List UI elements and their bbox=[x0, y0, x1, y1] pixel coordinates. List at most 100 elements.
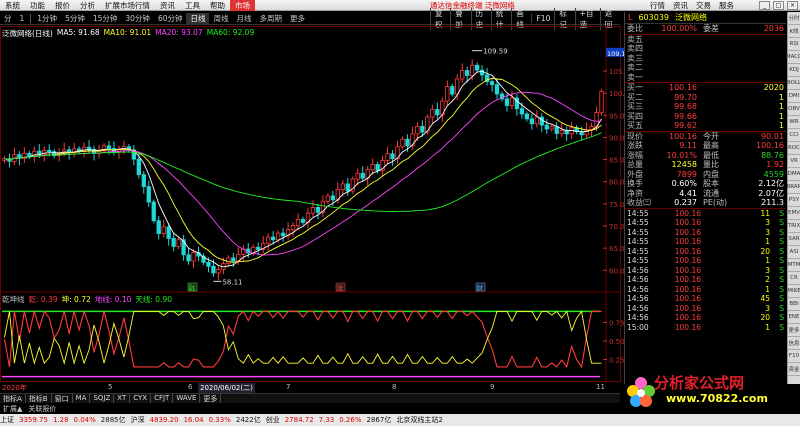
side-tool-button[interactable]: OBV bbox=[788, 103, 800, 116]
side-tool-button[interactable]: CR bbox=[788, 272, 800, 285]
sell-level: 卖二 bbox=[625, 63, 786, 73]
side-tool-button[interactable]: BOLL bbox=[787, 77, 800, 90]
ind-axis-label: 0.25 bbox=[609, 357, 624, 365]
level-volume: 1 bbox=[778, 102, 784, 112]
tab-xt[interactable]: XT bbox=[114, 394, 131, 403]
tick-volume: 20 bbox=[760, 246, 770, 256]
period-5min[interactable]: 5分钟 bbox=[61, 13, 89, 24]
side-tool-button[interactable]: BRAR bbox=[787, 181, 800, 194]
menu-function[interactable]: 功能 bbox=[25, 0, 50, 11]
split-icon[interactable]: 分 bbox=[0, 13, 16, 24]
period-weekly[interactable]: 周线 bbox=[209, 13, 232, 24]
ind-qian: 乾: 0.39 bbox=[28, 295, 58, 304]
tick-side: S bbox=[779, 237, 784, 247]
side-tool-button[interactable]: 资金 bbox=[788, 363, 800, 376]
rmenu-service[interactable]: 服务 bbox=[715, 0, 738, 11]
tab-wave[interactable]: WAVE bbox=[173, 394, 201, 403]
period-30min[interactable]: 30分钟 bbox=[121, 13, 154, 24]
candle-body bbox=[489, 81, 495, 86]
stat-value: 9.11 bbox=[679, 141, 697, 151]
tab-ind-b[interactable]: 指标B bbox=[26, 394, 52, 403]
buy-level: 买二 99.70 1 bbox=[625, 93, 786, 103]
menu-ext-market[interactable]: 扩展市场行情 bbox=[100, 0, 155, 11]
candle-body bbox=[181, 239, 186, 256]
period-15min[interactable]: 15分钟 bbox=[89, 13, 122, 24]
menu-quote[interactable]: 报价 bbox=[50, 0, 75, 11]
menu-system[interactable]: 系统 bbox=[0, 0, 25, 11]
level-volume: 1 bbox=[778, 111, 784, 121]
side-tool-button[interactable]: 信息 bbox=[788, 337, 800, 350]
side-tool-button[interactable]: MIKE bbox=[787, 285, 800, 298]
status-item: 北京双线主站2 bbox=[396, 416, 443, 424]
side-tool-button[interactable]: K线 bbox=[788, 25, 800, 38]
side-tool-button[interactable]: CCI bbox=[788, 129, 800, 142]
side-tool-button[interactable]: EMV bbox=[788, 207, 800, 220]
tab-sqjz[interactable]: SQJZ bbox=[90, 394, 115, 403]
stat-value: 90.01 bbox=[761, 131, 784, 141]
menu-analysis[interactable]: 分析 bbox=[75, 0, 100, 11]
chart-tools: 复权 叠加 历史 统计 画线 F10 标记 +自选 返回 bbox=[430, 7, 620, 30]
side-tool-button[interactable]: VR bbox=[788, 155, 800, 168]
tick-volume: 3 bbox=[765, 303, 770, 313]
side-tool-button[interactable]: RSI bbox=[788, 38, 800, 51]
tab-extend[interactable]: 扩展▲ bbox=[0, 404, 25, 413]
side-tool-button[interactable]: PSY bbox=[788, 194, 800, 207]
candle-body bbox=[275, 232, 281, 241]
period-multi[interactable]: 多周期 bbox=[255, 13, 286, 24]
stat-value: 2.07亿 bbox=[758, 188, 784, 198]
menu-help[interactable]: 帮助 bbox=[205, 0, 230, 11]
side-tool-button[interactable]: 分时 bbox=[788, 12, 800, 25]
side-tool-button[interactable]: BBI bbox=[788, 298, 800, 311]
minimize-icon[interactable]: _ bbox=[759, 0, 770, 10]
tool-f10[interactable]: F10 bbox=[531, 14, 554, 23]
side-tool-button[interactable]: TRIX bbox=[788, 220, 800, 233]
tab-cfjt[interactable]: CFJT bbox=[151, 394, 174, 403]
menu-market[interactable]: 市场 bbox=[230, 0, 255, 11]
candle-body bbox=[559, 129, 564, 134]
side-tool-button[interactable]: MTM bbox=[788, 259, 800, 272]
menu-info[interactable]: 资讯 bbox=[155, 0, 180, 11]
candle-body bbox=[280, 232, 286, 237]
stat-value: 211.3 bbox=[761, 198, 784, 208]
period-60min[interactable]: 60分钟 bbox=[154, 13, 187, 24]
ind-tianxian: 天线: 0.90 bbox=[135, 295, 172, 304]
kline-chart[interactable]: 105.00 100.0 95.00 90.00 85.00 80.00 75.00 70.0… bbox=[0, 26, 624, 382]
side-tool-button[interactable]: ENE bbox=[788, 311, 800, 324]
tab-cyx[interactable]: CYX bbox=[130, 394, 152, 403]
period-daily[interactable]: 日线 bbox=[186, 12, 210, 24]
maximize-icon[interactable]: □ bbox=[773, 0, 784, 10]
tab-related-quote[interactable]: 关联报价 bbox=[25, 404, 59, 413]
tick-list[interactable]: 14:55 100.16 11 S 14:55 100.16 3 S 14:55 100.16 3 S… bbox=[625, 207, 786, 333]
side-tool-button[interactable]: MACD bbox=[786, 51, 800, 64]
tab-window[interactable]: 窗口 bbox=[52, 394, 73, 403]
side-tool-button[interactable]: DMI bbox=[788, 90, 800, 103]
tab-more[interactable]: 更多 bbox=[200, 394, 222, 403]
side-tool-button[interactable]: SAR bbox=[788, 233, 800, 246]
side-tool-button[interactable]: F10 bbox=[788, 350, 800, 363]
tab-ind-a[interactable]: 指标A bbox=[0, 394, 26, 403]
single-icon[interactable]: 1 bbox=[16, 14, 29, 23]
rmenu-trade[interactable]: 交易 bbox=[692, 0, 715, 11]
price-axis-label: 100.0 bbox=[609, 90, 624, 98]
ma10-label: MA10: 91.01 bbox=[103, 28, 152, 37]
candle-body bbox=[186, 254, 191, 262]
side-tool-button[interactable]: ASI bbox=[788, 246, 800, 259]
period-monthly[interactable]: 月线 bbox=[232, 13, 255, 24]
candle-body bbox=[37, 150, 42, 155]
side-tool-button[interactable]: KDJ bbox=[788, 64, 800, 77]
tab-ma[interactable]: MA bbox=[73, 394, 91, 403]
menu-tools[interactable]: 工具 bbox=[180, 0, 205, 11]
status-item: 4839.20 bbox=[149, 416, 179, 424]
status-item: 2867亿 bbox=[366, 416, 392, 424]
rmenu-info[interactable]: 资讯 bbox=[669, 0, 692, 11]
period-1min[interactable]: 1分钟 bbox=[33, 13, 61, 24]
close-icon[interactable]: × bbox=[787, 0, 798, 10]
side-tool-button[interactable]: 更多 bbox=[788, 324, 800, 337]
tick-volume: 3 bbox=[765, 227, 770, 237]
candle-body bbox=[325, 195, 331, 202]
side-tool-button[interactable]: DMA bbox=[788, 168, 800, 181]
side-tool-button[interactable]: ROC bbox=[788, 142, 800, 155]
rmenu-quote[interactable]: 行情 bbox=[646, 0, 669, 11]
period-more[interactable]: 更多 bbox=[286, 13, 309, 24]
side-tool-button[interactable]: WR bbox=[788, 116, 800, 129]
